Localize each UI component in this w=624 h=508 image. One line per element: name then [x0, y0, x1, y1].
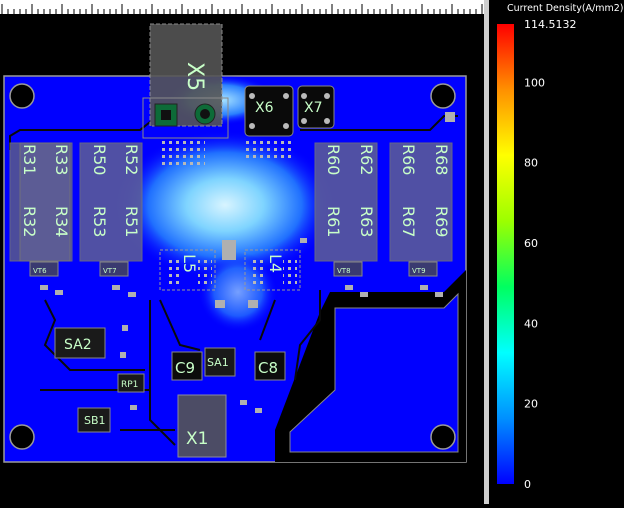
label-rp1: RP1 — [121, 380, 138, 390]
legend-title: Current Density(A/mm2) — [507, 3, 623, 14]
legend-tick-label: 60 — [524, 237, 538, 250]
color-legend: Current Density(A/mm2) 0 20 40 60 80 100 114.… — [489, 0, 624, 504]
pcb-board[interactable]: X5 X6 X7 R31 R33 R32 R34 VT6 R50 R52 R53… — [0, 0, 484, 504]
label-r61: R61 — [324, 206, 343, 237]
pad-array-top-right — [245, 140, 295, 158]
label-x7: X7 — [304, 100, 323, 116]
label-vt8: VT8 — [337, 267, 351, 275]
capacitor-c8: C8 — [254, 351, 286, 381]
label-x5: X5 — [182, 62, 207, 91]
label-vt7: VT7 — [103, 267, 117, 275]
legend-ticks: 0 20 40 60 80 100 — [524, 76, 545, 491]
label-x6: X6 — [255, 100, 274, 116]
label-vt6: VT6 — [33, 267, 47, 275]
legend-tick-label: 100 — [524, 76, 545, 89]
resistor-group-r66-r69: R66 R68 R67 R69 VT9 — [389, 142, 453, 277]
label-r51: R51 — [122, 206, 141, 237]
label-sa2: SA2 — [64, 337, 92, 353]
label-l4: L4 — [266, 254, 285, 273]
label-vt9: VT9 — [412, 267, 426, 275]
label-r60: R60 — [324, 144, 343, 175]
resistor-group-r60-r63: R60 R62 R61 R63 VT8 — [314, 142, 378, 277]
label-r50: R50 — [90, 144, 109, 175]
label-sb1: SB1 — [84, 414, 106, 427]
label-r34: R34 — [52, 206, 71, 237]
label-r67: R67 — [399, 206, 418, 237]
label-sa1: SA1 — [207, 356, 229, 369]
capacitor-c9: C9 — [171, 351, 203, 381]
label-r69: R69 — [432, 206, 451, 237]
label-r66: R66 — [399, 144, 418, 175]
label-c8: C8 — [258, 359, 278, 377]
label-r63: R63 — [357, 206, 376, 237]
legend-tick-label: 0 — [524, 478, 531, 491]
legend-tick-label: 20 — [524, 398, 538, 411]
connector-x5: X5 — [142, 23, 229, 139]
component-sb1: SB1 — [77, 407, 111, 433]
label-r33: R33 — [52, 144, 71, 175]
connector-x6: X6 — [244, 85, 294, 137]
label-r53: R53 — [90, 206, 109, 237]
connector-x7: X7 — [297, 85, 335, 129]
legend-max-label: 114.5132 — [524, 18, 577, 31]
pad-array-top-left — [160, 140, 205, 168]
label-r52: R52 — [122, 144, 141, 175]
legend-color-bar — [497, 24, 514, 484]
label-r62: R62 — [357, 144, 376, 175]
pcb-viewport[interactable]: X5 X6 X7 R31 R33 R32 R34 VT6 R50 R52 R53… — [0, 0, 484, 504]
ic-sa1: SA1 — [204, 347, 236, 377]
ic-sa2: SA2 — [54, 327, 106, 359]
legend-svg: Current Density(A/mm2) 0 20 40 60 80 100 114.… — [497, 3, 623, 491]
legend-tick-label: 80 — [524, 157, 538, 170]
component-rp1: RP1 — [117, 373, 145, 393]
label-r31: R31 — [20, 144, 39, 175]
label-x1: X1 — [186, 429, 208, 449]
label-r32: R32 — [20, 206, 39, 237]
connector-x1: X1 — [177, 394, 227, 458]
legend-tick-label: 40 — [524, 317, 538, 330]
resistor-group-r50-r53: R50 R52 R53 R51 VT7 — [79, 142, 143, 277]
label-l5: L5 — [180, 254, 199, 273]
label-c9: C9 — [175, 359, 195, 377]
resistor-group-r31-r34: R31 R33 R32 R34 VT6 — [9, 142, 73, 277]
label-r68: R68 — [432, 144, 451, 175]
